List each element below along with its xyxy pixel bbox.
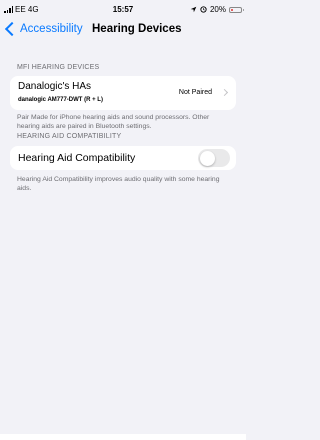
device-status: Not Paired (178, 89, 212, 96)
hac-label: Hearing Aid Compatibility (18, 152, 136, 164)
location-icon (190, 6, 197, 13)
hac-toggle[interactable] (198, 149, 230, 167)
hac-section-header: HEARING AID COMPATIBILITY (17, 133, 122, 140)
battery-fill (231, 8, 233, 11)
bottom-bar (0, 434, 246, 440)
hearing-devices-screen: EE 4G 15:57 20% Accessibility Hearing De… (0, 0, 246, 440)
page-title: Hearing Devices (92, 23, 182, 35)
navigation-bar: Accessibility Hearing Devices (0, 18, 246, 44)
hac-section-footer: Hearing Aid Compatibility improves audio… (17, 176, 220, 192)
toggle-knob (199, 150, 215, 166)
status-right: 20% (190, 5, 244, 14)
status-bar: EE 4G 15:57 20% (0, 0, 246, 18)
device-model: danalogic AM777-DWT (R + L) (18, 97, 103, 103)
chevron-left-icon (4, 21, 20, 37)
back-button-label: Accessibility (20, 23, 83, 35)
hac-row: Hearing Aid Compatibility (10, 146, 236, 170)
chevron-right-icon (220, 88, 229, 97)
mfi-section-footer: Pair Made for iPhone hearing aids and so… (17, 114, 210, 130)
device-name: Danalogic's HAs (18, 81, 92, 92)
battery-icon (229, 6, 244, 13)
mfi-section-header: MFI HEARING DEVICES (17, 64, 100, 71)
hearing-device-row[interactable]: Danalogic's HAs danalogic AM777-DWT (R +… (10, 76, 236, 110)
back-button[interactable]: Accessibility (4, 21, 83, 37)
alarm-icon (200, 6, 207, 13)
battery-percent: 20% (209, 5, 226, 14)
